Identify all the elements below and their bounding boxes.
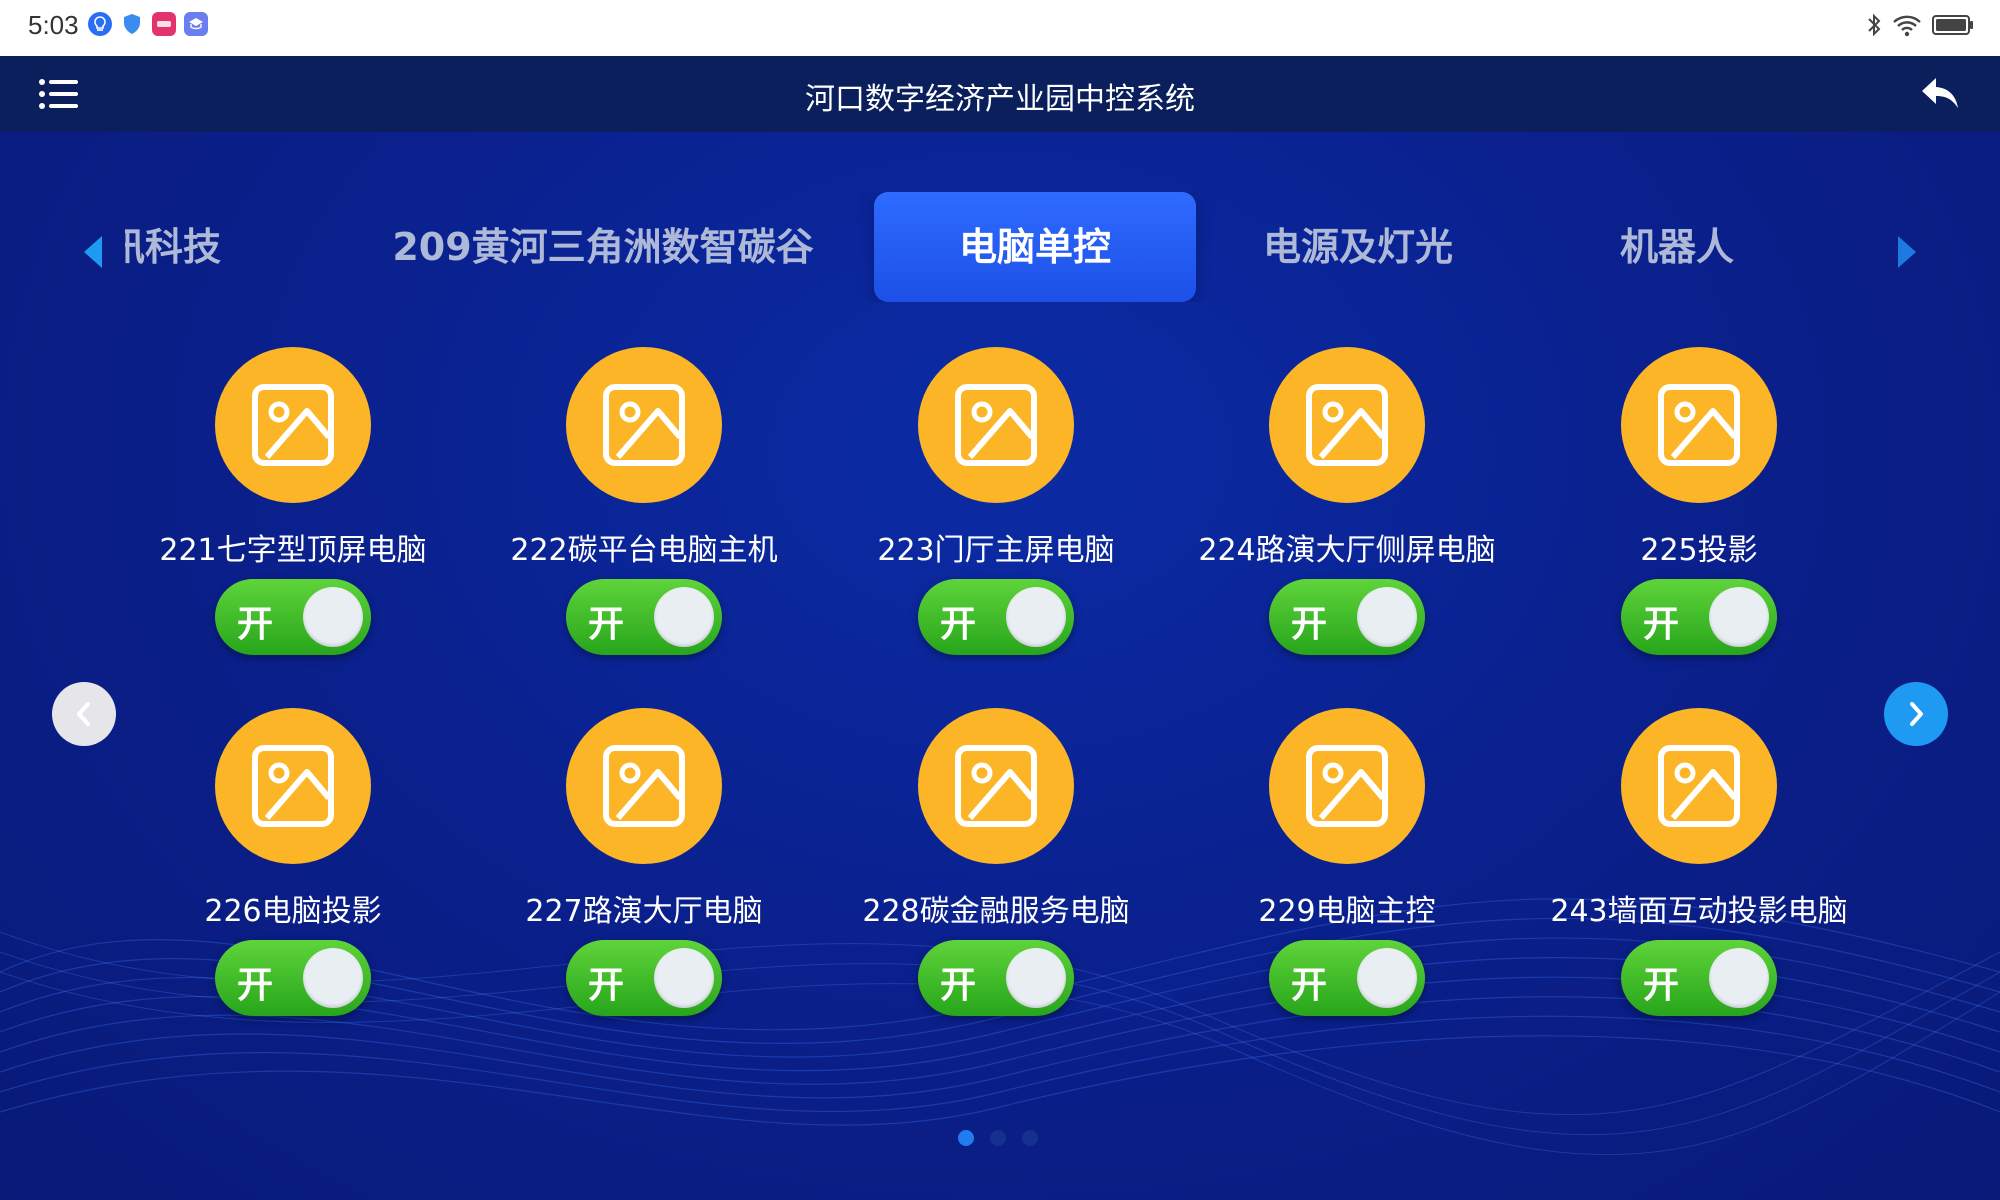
vivo-app-icon bbox=[152, 12, 176, 36]
pagination-dots bbox=[958, 1130, 1038, 1146]
status-app-icons bbox=[88, 12, 208, 36]
switch-label: 开 bbox=[588, 965, 625, 1006]
device-card: 221七字型顶屏电脑 开 bbox=[123, 347, 463, 677]
device-icon-button[interactable] bbox=[1621, 708, 1777, 864]
switch-knob bbox=[654, 948, 714, 1008]
back-arrow-icon bbox=[1922, 78, 1958, 108]
power-toggle[interactable]: 开 bbox=[215, 579, 371, 655]
page-dot-1[interactable] bbox=[958, 1130, 974, 1146]
device-icon-button[interactable] bbox=[566, 347, 722, 503]
switch-label: 开 bbox=[237, 965, 274, 1006]
device-label: 229电脑主控 bbox=[1258, 894, 1436, 929]
app-header: 河口数字经济产业园中控系统 bbox=[0, 56, 2000, 132]
battery-icon bbox=[1932, 14, 1974, 40]
device-label: 222碳平台电脑主机 bbox=[510, 533, 778, 568]
device-card: 226电脑投影 开 bbox=[123, 708, 463, 1038]
image-placeholder-icon bbox=[1306, 745, 1388, 827]
device-card: 229电脑主控 开 bbox=[1177, 708, 1517, 1038]
device-icon-button[interactable] bbox=[215, 347, 371, 503]
device-label: 221七字型顶屏电脑 bbox=[159, 533, 427, 568]
switch-knob bbox=[654, 587, 714, 647]
image-placeholder-icon bbox=[1658, 384, 1740, 466]
switch-label: 开 bbox=[940, 604, 977, 645]
device-label: 224路演大厅侧屏电脑 bbox=[1198, 533, 1496, 568]
switch-label: 开 bbox=[1643, 604, 1680, 645]
switch-label: 开 bbox=[237, 604, 274, 645]
device-label: 225投影 bbox=[1640, 533, 1758, 568]
device-label: 226电脑投影 bbox=[204, 894, 382, 929]
image-placeholder-icon bbox=[1658, 745, 1740, 827]
device-label: 243墙面互动投影电脑 bbox=[1550, 894, 1848, 929]
page-title: 河口数字经济产业园中控系统 bbox=[805, 82, 1195, 117]
switch-label: 开 bbox=[1291, 604, 1328, 645]
status-system-icons bbox=[1866, 12, 1974, 42]
image-placeholder-icon bbox=[603, 745, 685, 827]
switch-knob bbox=[1006, 587, 1066, 647]
device-icon-button[interactable] bbox=[215, 708, 371, 864]
image-placeholder-icon bbox=[252, 745, 334, 827]
device-label: 227路演大厅电脑 bbox=[525, 894, 763, 929]
back-button[interactable] bbox=[1918, 72, 1962, 116]
device-icon-button[interactable] bbox=[918, 708, 1074, 864]
switch-label: 开 bbox=[1643, 965, 1680, 1006]
device-card: 227路演大厅电脑 开 bbox=[474, 708, 814, 1038]
main-panel: 讯科技 209黄河三角洲数智碳谷 电脑单控 电源及灯光 机器人 221七字型顶屏… bbox=[0, 132, 2000, 1200]
page-dot-2[interactable] bbox=[990, 1130, 1006, 1146]
switch-knob bbox=[1357, 948, 1417, 1008]
device-card: 224路演大厅侧屏电脑 开 bbox=[1177, 347, 1517, 677]
power-toggle[interactable]: 开 bbox=[918, 940, 1074, 1016]
device-icon-button[interactable] bbox=[1621, 347, 1777, 503]
switch-knob bbox=[1006, 948, 1066, 1008]
education-app-icon bbox=[184, 12, 208, 36]
device-grid: 221七字型顶屏电脑 开 222碳平台电脑主机 开 223门厅主屏电脑 开 22… bbox=[0, 132, 2000, 1200]
device-card: 225投影 开 bbox=[1529, 347, 1869, 677]
device-icon-button[interactable] bbox=[1269, 708, 1425, 864]
image-placeholder-icon bbox=[955, 745, 1037, 827]
image-placeholder-icon bbox=[1306, 384, 1388, 466]
power-toggle[interactable]: 开 bbox=[918, 579, 1074, 655]
device-label: 228碳金融服务电脑 bbox=[862, 894, 1130, 929]
switch-knob bbox=[1357, 587, 1417, 647]
bluetooth-icon bbox=[1866, 12, 1882, 42]
page-dot-3[interactable] bbox=[1022, 1130, 1038, 1146]
power-toggle[interactable]: 开 bbox=[1621, 579, 1777, 655]
switch-label: 开 bbox=[588, 604, 625, 645]
image-placeholder-icon bbox=[603, 384, 685, 466]
switch-label: 开 bbox=[940, 965, 977, 1006]
bulb-app-icon bbox=[88, 12, 112, 36]
device-icon-button[interactable] bbox=[566, 708, 722, 864]
power-toggle[interactable]: 开 bbox=[1621, 940, 1777, 1016]
power-toggle[interactable]: 开 bbox=[566, 940, 722, 1016]
switch-label: 开 bbox=[1291, 965, 1328, 1006]
power-toggle[interactable]: 开 bbox=[566, 579, 722, 655]
wifi-icon bbox=[1892, 13, 1922, 41]
device-icon-button[interactable] bbox=[1269, 347, 1425, 503]
switch-knob bbox=[303, 587, 363, 647]
device-card: 243墙面互动投影电脑 开 bbox=[1529, 708, 1869, 1038]
power-toggle[interactable]: 开 bbox=[215, 940, 371, 1016]
device-card: 228碳金融服务电脑 开 bbox=[826, 708, 1166, 1038]
device-icon-button[interactable] bbox=[918, 347, 1074, 503]
device-label: 223门厅主屏电脑 bbox=[877, 533, 1115, 568]
image-placeholder-icon bbox=[252, 384, 334, 466]
image-placeholder-icon bbox=[955, 384, 1037, 466]
power-toggle[interactable]: 开 bbox=[1269, 579, 1425, 655]
status-time: 5:03 bbox=[28, 10, 79, 40]
power-toggle[interactable]: 开 bbox=[1269, 940, 1425, 1016]
shield-app-icon bbox=[120, 12, 144, 36]
status-bar: 5:03 bbox=[0, 0, 2000, 56]
switch-knob bbox=[303, 948, 363, 1008]
switch-knob bbox=[1709, 587, 1769, 647]
switch-knob bbox=[1709, 948, 1769, 1008]
device-card: 222碳平台电脑主机 开 bbox=[474, 347, 814, 677]
device-card: 223门厅主屏电脑 开 bbox=[826, 347, 1166, 677]
